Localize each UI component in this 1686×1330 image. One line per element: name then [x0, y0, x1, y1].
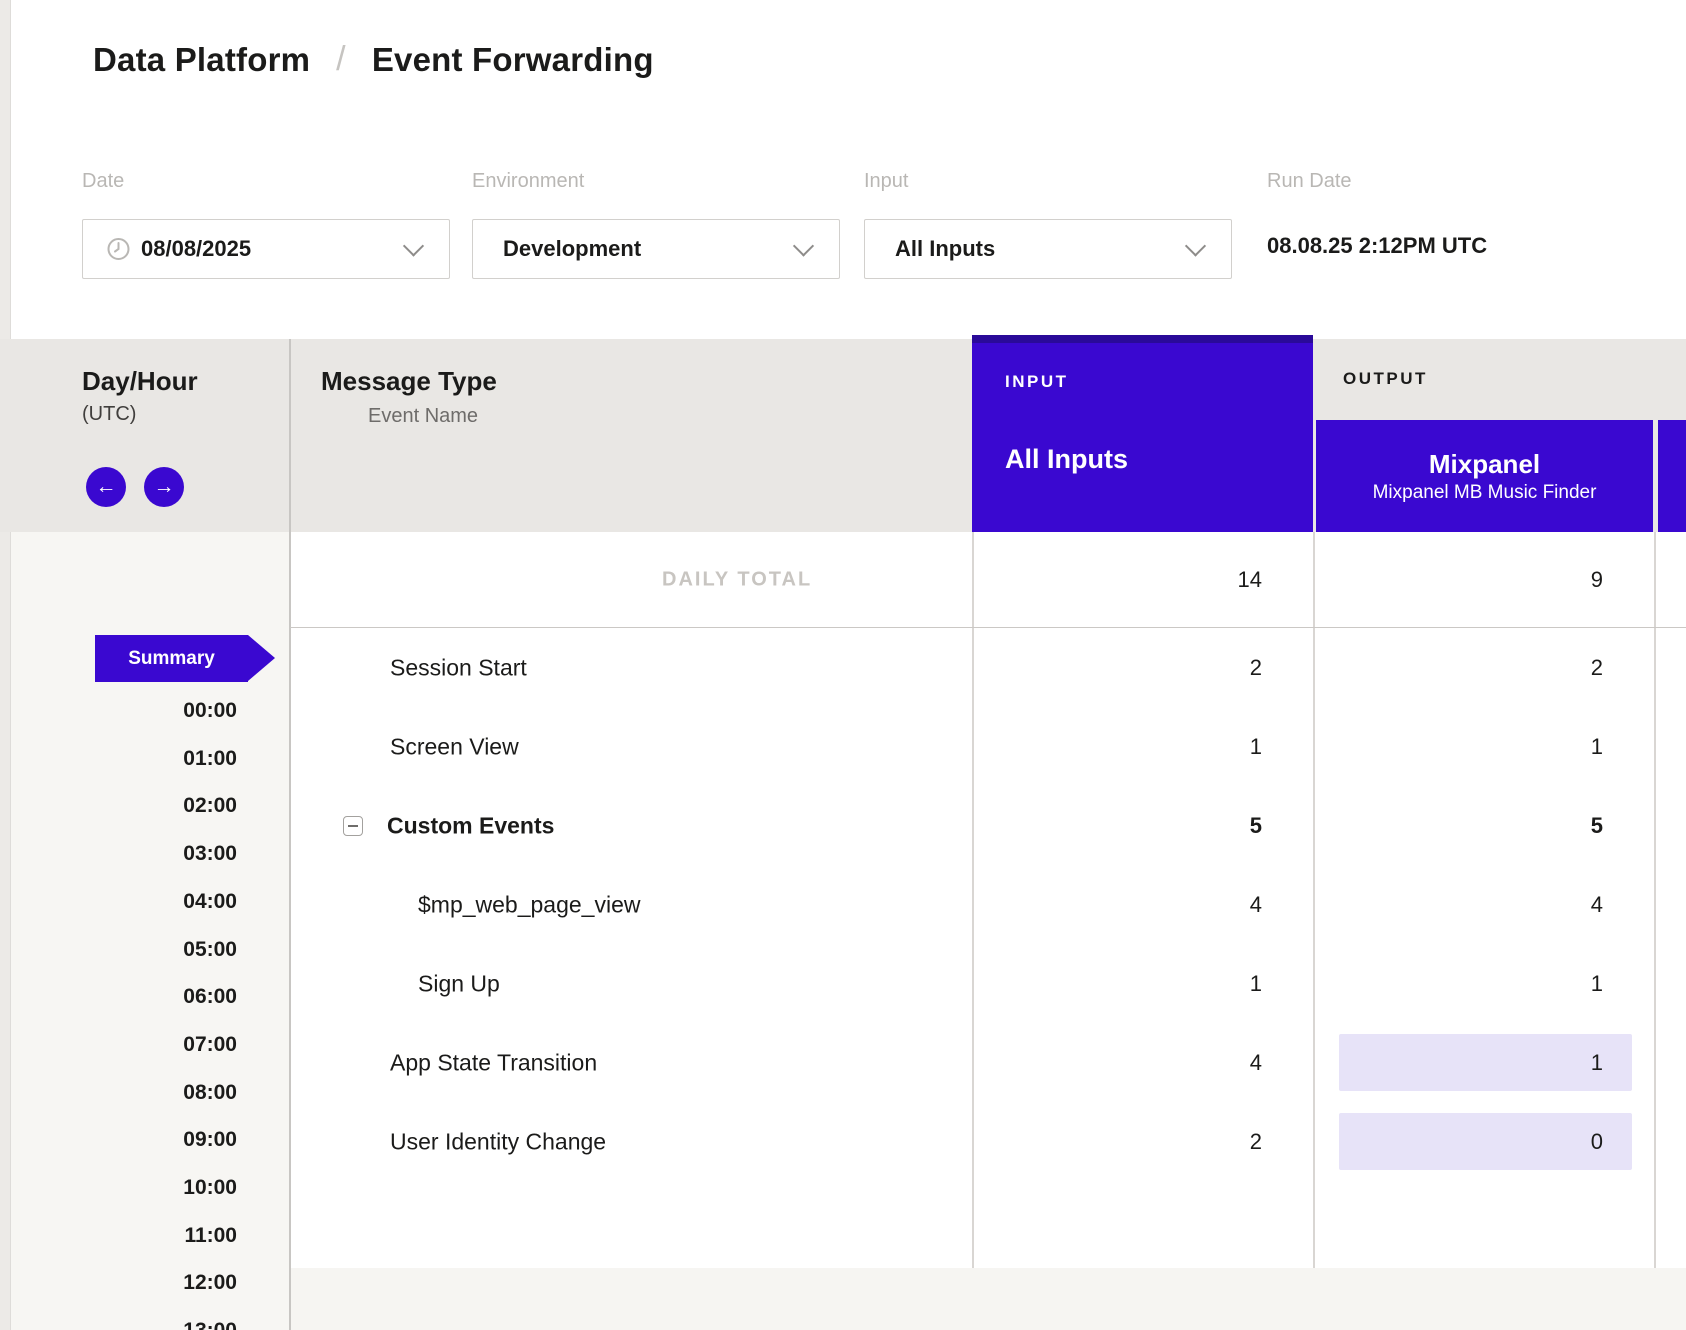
event-name: App State Transition	[390, 1049, 597, 1076]
hour-item-12[interactable]: 12:00	[0, 1269, 237, 1297]
summary-tag-arrow	[248, 635, 275, 681]
hour-item-03[interactable]: 03:00	[0, 840, 237, 868]
table-row-sign-up: Sign Up 1 1	[0, 944, 1686, 1023]
environment-value: Development	[503, 236, 641, 262]
daily-total-label: DAILY TOTAL	[662, 568, 812, 591]
output-column-header-partial	[1658, 420, 1686, 532]
hour-item-09[interactable]: 09:00	[0, 1126, 237, 1154]
input-count: 4	[973, 865, 1313, 944]
input-column-header: INPUT All Inputs	[972, 335, 1313, 532]
table-row-custom-events: Custom Events 5 5	[0, 786, 1686, 865]
hour-item-05[interactable]: 05:00	[0, 936, 237, 964]
hour-item-00[interactable]: 00:00	[0, 697, 237, 725]
breadcrumb-separator: /	[336, 40, 346, 79]
message-type-column-title: Message Type	[321, 366, 497, 397]
input-count: 5	[973, 786, 1313, 865]
hour-item-11[interactable]: 11:00	[0, 1222, 237, 1250]
event-name: Custom Events	[387, 812, 554, 839]
minus-icon	[348, 825, 358, 827]
output-section-header: OUTPUT	[1343, 369, 1428, 389]
breadcrumb-data-platform[interactable]: Data Platform	[93, 41, 310, 79]
input-count: 2	[973, 628, 1313, 707]
date-value: 08/08/2025	[141, 236, 251, 262]
event-name: User Identity Change	[390, 1128, 606, 1155]
input-section-label: INPUT	[1005, 372, 1069, 392]
hour-item-13[interactable]: 13:00	[0, 1317, 237, 1330]
clock-icon	[107, 238, 130, 261]
table-row-screen-view: Screen View 1 1	[0, 707, 1686, 786]
event-name-column-subtitle: Event Name	[368, 405, 478, 428]
filter-bar: Date 08/08/2025 Environment Development …	[11, 138, 1686, 339]
daily-total-row: DAILY TOTAL 14 9	[290, 532, 1686, 628]
output-count: 5	[1339, 797, 1632, 854]
input-count: 4	[973, 1023, 1313, 1102]
day-hour-column-title: Day/Hour	[82, 366, 198, 397]
input-filter-label: Input	[864, 170, 908, 193]
daily-total-output-value: 9	[1339, 551, 1632, 608]
output-count: 1	[1339, 718, 1632, 775]
grid-bottom-band	[291, 1268, 1686, 1330]
input-count: 2	[973, 1102, 1313, 1181]
event-name: $mp_web_page_view	[418, 891, 641, 918]
arrow-right-icon: →	[154, 475, 175, 499]
breadcrumb: Data Platform / Event Forwarding	[93, 40, 654, 79]
table-row-app-state-transition: App State Transition 4 1	[0, 1023, 1686, 1102]
event-name: Screen View	[390, 733, 519, 760]
arrow-left-icon: ←	[96, 475, 117, 499]
hour-item-01[interactable]: 01:00	[0, 745, 237, 773]
chevron-down-icon	[1185, 235, 1206, 256]
input-value: All Inputs	[895, 236, 995, 262]
output-column-header-mixpanel[interactable]: Mixpanel Mixpanel MB Music Finder	[1316, 420, 1653, 532]
chevron-down-icon	[403, 235, 424, 256]
output-count: 4	[1339, 876, 1632, 933]
input-count: 1	[973, 944, 1313, 1023]
hour-item-10[interactable]: 10:00	[0, 1174, 237, 1202]
day-hour-column-subtitle: (UTC)	[82, 403, 136, 426]
output-count-highlighted: 0	[1339, 1113, 1632, 1170]
table-row-user-identity-change: User Identity Change 2 0	[0, 1102, 1686, 1181]
run-date-value: 08.08.25 2:12PM UTC	[1267, 233, 1487, 259]
run-date-label: Run Date	[1267, 170, 1352, 193]
environment-dropdown[interactable]: Development	[472, 219, 840, 279]
event-name: Session Start	[390, 654, 527, 681]
next-day-button[interactable]: →	[144, 467, 184, 507]
hour-item-02[interactable]: 02:00	[0, 792, 237, 820]
hour-item-04[interactable]: 04:00	[0, 888, 237, 916]
output-count: 2	[1339, 639, 1632, 696]
output-connection-name: Mixpanel	[1429, 451, 1540, 477]
event-name: Sign Up	[418, 970, 500, 997]
output-count: 1	[1339, 955, 1632, 1012]
date-dropdown[interactable]: 08/08/2025	[82, 219, 450, 279]
output-count-highlighted: 1	[1339, 1034, 1632, 1091]
summary-row-selector[interactable]: Summary	[95, 635, 248, 682]
input-count: 1	[973, 707, 1313, 786]
hour-item-07[interactable]: 07:00	[0, 1031, 237, 1059]
environment-filter-label: Environment	[472, 170, 584, 193]
input-dropdown[interactable]: All Inputs	[864, 219, 1232, 279]
hour-item-06[interactable]: 06:00	[0, 983, 237, 1011]
input-column-name: All Inputs	[1005, 444, 1128, 475]
hour-item-08[interactable]: 08:00	[0, 1079, 237, 1107]
page-title: Event Forwarding	[372, 41, 654, 79]
input-column-accent-strip	[972, 335, 1313, 343]
date-filter-label: Date	[82, 170, 124, 193]
page-header: Data Platform / Event Forwarding	[11, 0, 1686, 139]
table-row-mp-web-page-view: $mp_web_page_view 4 4	[0, 865, 1686, 944]
daily-total-input-value: 14	[973, 532, 1313, 627]
collapse-toggle-icon[interactable]	[343, 816, 363, 836]
chevron-down-icon	[793, 235, 814, 256]
output-connection-subtitle: Mixpanel MB Music Finder	[1373, 483, 1597, 502]
event-forwarding-page: Data Platform / Event Forwarding Date 08…	[0, 0, 1686, 1330]
previous-day-button[interactable]: ←	[86, 467, 126, 507]
